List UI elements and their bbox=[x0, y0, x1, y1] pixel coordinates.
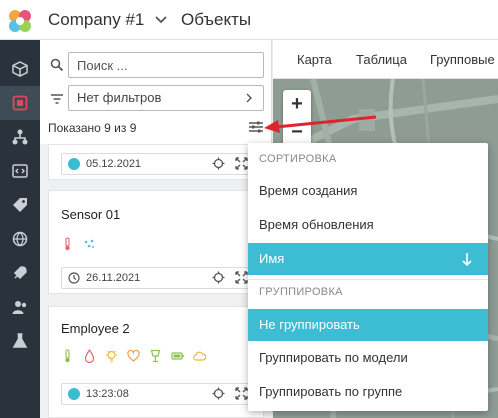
filter-icon bbox=[51, 94, 63, 104]
company-name[interactable]: Company #1 bbox=[48, 10, 144, 30]
top-bar: Company #1 Объекты bbox=[0, 0, 498, 40]
search-icon bbox=[50, 58, 64, 72]
object-card[interactable]: Sensor 01 26.11.2021 bbox=[48, 190, 264, 294]
filter-select[interactable]: Нет фильтров bbox=[68, 85, 264, 111]
glass-icon bbox=[150, 349, 161, 363]
nav-item-lab[interactable] bbox=[0, 324, 40, 358]
bulb-icon bbox=[106, 350, 117, 363]
nav-item-tags[interactable] bbox=[0, 188, 40, 222]
sort-by-created[interactable]: Время создания bbox=[248, 175, 488, 207]
menu-divider bbox=[248, 279, 488, 280]
search-input[interactable] bbox=[68, 52, 264, 78]
cloud-icon bbox=[193, 351, 206, 361]
fullscreen-icon[interactable] bbox=[235, 271, 248, 284]
fullscreen-icon[interactable] bbox=[235, 157, 248, 170]
card-date: 13:23:08 bbox=[86, 388, 129, 400]
nav-item-models[interactable] bbox=[0, 52, 40, 86]
annotation-arrow bbox=[264, 115, 377, 133]
status-dot bbox=[68, 388, 80, 400]
chevron-right-icon bbox=[246, 93, 252, 103]
group-section-header: ГРУППИРОВКА bbox=[259, 286, 343, 298]
card-footer: 26.11.2021 bbox=[61, 267, 255, 289]
card-name: Employee 2 bbox=[61, 321, 130, 336]
sort-menu: СОРТИРОВКА Время создания Время обновлен… bbox=[248, 143, 488, 411]
map-tabs: Карта Таблица Групповые bbox=[273, 40, 498, 79]
clock-icon bbox=[68, 272, 80, 284]
sort-by-updated[interactable]: Время обновления bbox=[248, 209, 488, 241]
tab-table[interactable]: Таблица bbox=[356, 52, 407, 67]
locate-icon[interactable] bbox=[212, 387, 225, 400]
nav-item-users[interactable] bbox=[0, 290, 40, 324]
arrow-down-icon bbox=[462, 253, 472, 267]
thermometer-icon bbox=[65, 349, 70, 363]
card-date: 05.12.2021 bbox=[86, 158, 142, 170]
status-dot bbox=[68, 158, 80, 170]
group-by-model[interactable]: Группировать по модели bbox=[248, 342, 488, 374]
chevron-down-icon[interactable] bbox=[154, 12, 168, 26]
nav-rail bbox=[0, 40, 40, 418]
object-card[interactable]: Employee 2 13:23:08 bbox=[48, 306, 264, 418]
hierarchy-icon bbox=[12, 129, 28, 145]
tab-group[interactable]: Групповые bbox=[430, 52, 495, 67]
group-none[interactable]: Не группировать bbox=[248, 309, 488, 341]
nav-item-automation[interactable] bbox=[0, 256, 40, 290]
filter-value: Нет фильтров bbox=[77, 90, 162, 105]
page-title: Объекты bbox=[181, 10, 252, 29]
objects-icon bbox=[12, 95, 28, 111]
thermometer-icon bbox=[65, 237, 70, 251]
shown-count: Показано 9 из 9 bbox=[48, 121, 137, 135]
code-icon bbox=[12, 164, 28, 178]
card-capabilities bbox=[61, 349, 206, 365]
sort-by-name-label: Имя bbox=[259, 251, 285, 266]
nav-item-geo[interactable] bbox=[0, 222, 40, 256]
flask-icon bbox=[12, 333, 28, 348]
app-logo[interactable] bbox=[7, 8, 33, 34]
globe-icon bbox=[12, 231, 28, 247]
card-date: 26.11.2021 bbox=[86, 272, 141, 284]
object-list: 05.12.2021 Sensor 01 26.11.2021 Employee… bbox=[40, 144, 272, 418]
sort-by-name[interactable]: Имя bbox=[248, 243, 488, 275]
tab-map[interactable]: Карта bbox=[297, 52, 332, 67]
nav-item-hierarchy[interactable] bbox=[0, 120, 40, 154]
card-footer: 13:23:08 bbox=[61, 383, 255, 405]
nav-item-objects[interactable] bbox=[0, 86, 40, 120]
tag-icon bbox=[13, 198, 27, 212]
nav-item-code[interactable] bbox=[0, 154, 40, 188]
card-footer: 05.12.2021 bbox=[61, 153, 255, 175]
card-name: Sensor 01 bbox=[61, 207, 121, 222]
object-card[interactable]: 05.12.2021 bbox=[48, 144, 264, 180]
sort-section-header: СОРТИРОВКА bbox=[259, 153, 337, 165]
heart-icon bbox=[127, 349, 140, 362]
humidity-icon bbox=[84, 239, 94, 248]
users-icon bbox=[12, 301, 27, 314]
locate-icon[interactable] bbox=[212, 271, 225, 284]
locate-icon[interactable] bbox=[212, 157, 225, 170]
rocket-icon bbox=[13, 266, 27, 280]
group-by-group[interactable]: Группировать по группе bbox=[248, 376, 488, 408]
battery-icon bbox=[171, 352, 184, 360]
cube-icon bbox=[12, 61, 28, 77]
objects-panel: Нет фильтров Показано 9 из 9 05.12.2021 … bbox=[40, 40, 272, 418]
card-capabilities bbox=[61, 237, 96, 253]
fullscreen-icon[interactable] bbox=[235, 387, 248, 400]
drop-icon bbox=[84, 349, 95, 363]
